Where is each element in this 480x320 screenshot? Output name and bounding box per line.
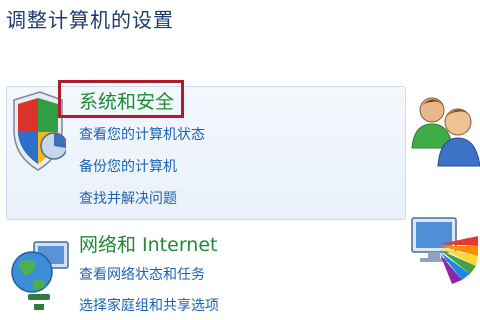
network-internet-title[interactable]: 网络和 Internet bbox=[79, 230, 217, 257]
page-title: 调整计算机的设置 bbox=[6, 8, 174, 32]
system-security-title[interactable]: 系统和安全 bbox=[79, 87, 174, 114]
user-accounts-icon[interactable] bbox=[408, 88, 480, 170]
view-network-status-link[interactable]: 查看网络状态和任务 bbox=[79, 264, 205, 284]
backup-computer-link[interactable]: 备份您的计算机 bbox=[79, 156, 177, 176]
troubleshoot-link[interactable]: 查找并解决问题 bbox=[79, 188, 177, 208]
homegroup-sharing-link[interactable]: 选择家庭组和共享选项 bbox=[79, 295, 219, 315]
view-computer-status-link[interactable]: 查看您的计算机状态 bbox=[79, 124, 205, 144]
network-globe-icon[interactable] bbox=[8, 234, 70, 314]
appearance-icon[interactable] bbox=[410, 214, 480, 290]
